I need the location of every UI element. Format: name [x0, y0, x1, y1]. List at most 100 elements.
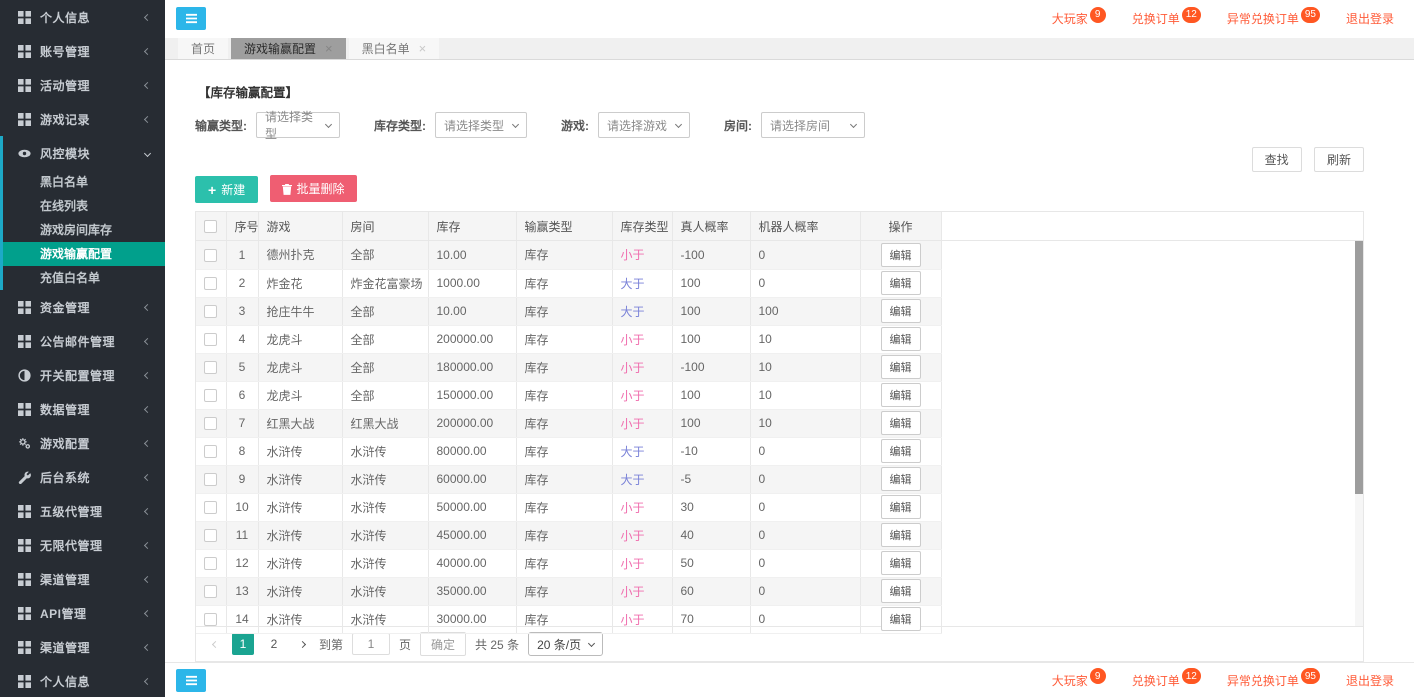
row-checkbox[interactable]: [204, 501, 217, 514]
row-checkbox[interactable]: [204, 585, 217, 598]
table-scrollbar-thumb[interactable]: [1355, 241, 1363, 494]
edit-button[interactable]: 编辑: [881, 327, 921, 351]
tab[interactable]: 首页: [178, 38, 228, 60]
batch-delete-button[interactable]: 批量删除: [270, 175, 357, 202]
prev-page-button[interactable]: [207, 642, 223, 647]
sidebar-item[interactable]: 账号管理: [0, 34, 165, 68]
tab-bar: 首页游戏输赢配置×黑白名单×: [165, 38, 1414, 61]
nav-link[interactable]: 异常兑换订单95: [1227, 672, 1320, 689]
nav-link[interactable]: 兑换订单12: [1132, 10, 1201, 27]
refresh-button[interactable]: 刷新: [1314, 147, 1364, 172]
filter-group: 库存类型:请选择类型: [374, 112, 527, 138]
row-checkbox[interactable]: [204, 529, 217, 542]
tab-close-icon[interactable]: ×: [419, 42, 427, 55]
sidebar-item[interactable]: 无限代管理: [0, 528, 165, 562]
edit-button[interactable]: 编辑: [881, 607, 921, 631]
goto-page-input[interactable]: [352, 633, 390, 655]
cell-robot-prob: 0: [750, 437, 860, 465]
cell-room: 红黑大战: [342, 409, 428, 437]
filter-select[interactable]: 请选择类型: [435, 112, 527, 138]
sidebar-item[interactable]: API管理: [0, 596, 165, 630]
edit-button[interactable]: 编辑: [881, 579, 921, 603]
edit-button[interactable]: 编辑: [881, 299, 921, 323]
table-scrollbar-track[interactable]: [1355, 241, 1363, 626]
sidebar-item[interactable]: 数据管理: [0, 392, 165, 426]
edit-button[interactable]: 编辑: [881, 271, 921, 295]
cell-human-prob: -10: [672, 437, 750, 465]
sidebar-item[interactable]: 后台系统: [0, 460, 165, 494]
menu-toggle-button-bottom[interactable]: [176, 669, 206, 692]
row-checkbox[interactable]: [204, 557, 217, 570]
filter-select-value: 请选择类型: [265, 108, 318, 142]
row-checkbox[interactable]: [204, 305, 217, 318]
sidebar-item[interactable]: 游戏配置: [0, 426, 165, 460]
nav-link[interactable]: 退出登录: [1346, 10, 1394, 27]
sidebar-item[interactable]: 活动管理: [0, 68, 165, 102]
row-checkbox[interactable]: [204, 277, 217, 290]
confirm-page-button[interactable]: 确定: [420, 632, 466, 656]
cell-stock-type: 小于: [612, 493, 672, 521]
edit-button[interactable]: 编辑: [881, 355, 921, 379]
grid-icon: [18, 45, 31, 58]
row-checkbox[interactable]: [204, 473, 217, 486]
edit-button[interactable]: 编辑: [881, 411, 921, 435]
nav-link[interactable]: 大玩家9: [1052, 10, 1106, 27]
sidebar-item[interactable]: 风控模块: [0, 136, 165, 170]
sidebar-item[interactable]: 五级代管理: [0, 494, 165, 528]
sidebar-subitem[interactable]: 黑白名单: [0, 170, 165, 194]
edit-button[interactable]: 编辑: [881, 495, 921, 519]
chevron-left-icon: [211, 641, 218, 648]
cell-room: 水浒传: [342, 521, 428, 549]
edit-button[interactable]: 编辑: [881, 523, 921, 547]
row-checkbox[interactable]: [204, 249, 217, 262]
filter-select[interactable]: 请选择房间: [761, 112, 865, 138]
sidebar-subitem[interactable]: 充值白名单: [0, 266, 165, 290]
edit-button[interactable]: 编辑: [881, 243, 921, 267]
sidebar-item[interactable]: 资金管理: [0, 290, 165, 324]
sidebar-item[interactable]: 个人信息: [0, 0, 165, 34]
nav-link[interactable]: 异常兑换订单95: [1227, 10, 1320, 27]
next-page-button[interactable]: [294, 642, 310, 647]
sidebar-item[interactable]: 渠道管理: [0, 630, 165, 664]
row-checkbox[interactable]: [204, 613, 217, 626]
new-button[interactable]: + 新建: [195, 176, 258, 203]
edit-button[interactable]: 编辑: [881, 439, 921, 463]
nav-link-label: 退出登录: [1346, 672, 1394, 689]
tab-close-icon[interactable]: ×: [325, 42, 333, 55]
sidebar-subitem[interactable]: 游戏房间库存: [0, 218, 165, 242]
sidebar-item[interactable]: 公告邮件管理: [0, 324, 165, 358]
tab[interactable]: 游戏输赢配置×: [231, 38, 346, 60]
row-checkbox[interactable]: [204, 361, 217, 374]
row-checkbox[interactable]: [204, 445, 217, 458]
cell-index: 10: [226, 493, 258, 521]
table-row: 12水浒传水浒传40000.00库存小于500编辑: [196, 549, 941, 577]
search-button[interactable]: 查找: [1252, 147, 1302, 172]
edit-button[interactable]: 编辑: [881, 467, 921, 491]
nav-link[interactable]: 兑换订单12: [1132, 672, 1201, 689]
page-button-2[interactable]: 2: [263, 633, 285, 655]
row-checkbox[interactable]: [204, 333, 217, 346]
sidebar-subitem[interactable]: 在线列表: [0, 194, 165, 218]
nav-link[interactable]: 退出登录: [1346, 672, 1394, 689]
sidebar-item[interactable]: 开关配置管理: [0, 358, 165, 392]
row-checkbox[interactable]: [204, 417, 217, 430]
select-all-checkbox[interactable]: [204, 220, 217, 233]
edit-button[interactable]: 编辑: [881, 383, 921, 407]
filter-select[interactable]: 请选择游戏: [598, 112, 690, 138]
menu-toggle-button[interactable]: [176, 7, 206, 30]
sidebar-item[interactable]: 渠道管理: [0, 562, 165, 596]
chevron-left-icon: [144, 507, 151, 514]
cell-stock: 80000.00: [428, 437, 516, 465]
sidebar-item[interactable]: 个人信息: [0, 664, 165, 697]
row-checkbox[interactable]: [204, 389, 217, 402]
tab[interactable]: 黑白名单×: [349, 38, 440, 60]
sidebar-subitem[interactable]: 游戏输赢配置: [0, 242, 165, 266]
table-row: 10水浒传水浒传50000.00库存小于300编辑: [196, 493, 941, 521]
page-button-1[interactable]: 1: [232, 633, 254, 655]
nav-link[interactable]: 大玩家9: [1052, 672, 1106, 689]
edit-button[interactable]: 编辑: [881, 551, 921, 575]
page-size-select[interactable]: 20 条/页: [528, 632, 603, 656]
filter-select[interactable]: 请选择类型: [256, 112, 340, 138]
grid-icon: [18, 335, 31, 348]
sidebar-item[interactable]: 游戏记录: [0, 102, 165, 136]
